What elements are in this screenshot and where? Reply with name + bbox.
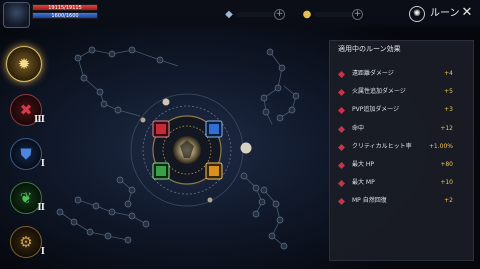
panel-title: 適用中のルーン効果	[338, 45, 401, 53]
effect-name: 命中	[352, 124, 365, 132]
mp-bar: 1600/1600	[32, 12, 98, 19]
effect-bullet-icon	[337, 125, 346, 133]
sun-rune-icon: ✹	[17, 55, 31, 73]
crystal-amount-track	[236, 12, 276, 17]
leaf-rune-icon: ❦	[19, 189, 33, 207]
crystal-add-button[interactable]: +	[274, 9, 285, 20]
effect-bullet-icon	[337, 143, 346, 151]
effect-bullet-icon	[337, 70, 346, 79]
effect-bullet-icon	[337, 180, 346, 188]
close-icon[interactable]: ✕	[460, 5, 474, 21]
coin-amount-track	[314, 12, 354, 17]
rune-level-badge: Ⅰ	[40, 159, 45, 169]
effect-value: +4	[444, 70, 453, 77]
character-portrait[interactable]	[3, 2, 30, 28]
rune-slot-shield[interactable]: ⛊ Ⅰ	[10, 138, 45, 170]
effect-row: 命中 +12	[336, 122, 469, 140]
effect-name: クリティカルヒット率	[352, 142, 412, 150]
effect-value: +80	[440, 160, 453, 168]
rune-slot-gear[interactable]: ⚙ Ⅰ	[10, 226, 45, 258]
sword-rune-icon: ✖	[19, 101, 33, 119]
effects-list: 遠距離ダメージ +4 火属性追加ダメージ +5 PVP追加ダメージ +3 命中 +12 クリティ…	[336, 67, 469, 213]
rune-level-badge: Ⅱ	[37, 203, 45, 213]
effect-name: 最大 MP	[352, 179, 375, 187]
shield-rune-icon: ⛊	[20, 145, 32, 163]
effect-value: +5	[444, 88, 453, 96]
effect-bullet-icon	[337, 89, 346, 97]
effect-row: クリティカルヒット率 +1.00%	[336, 140, 469, 158]
crystal-icon: ◆	[225, 9, 233, 20]
effect-value: +2	[444, 197, 453, 205]
rune-level-badge: Ⅲ	[34, 115, 45, 125]
hp-text: 19115/19115	[48, 5, 82, 11]
effect-value: +12	[440, 124, 453, 132]
top-bar: 19115/19115 1600/1600 ◆ + ● + ✺ ルーン ✕	[0, 0, 480, 30]
effect-name: MP 自然回復	[352, 197, 387, 205]
effect-name: 火属性追加ダメージ	[352, 88, 406, 96]
page-title: ルーン	[430, 8, 460, 19]
rune-slot-leaf[interactable]: ❦ Ⅱ	[10, 182, 45, 214]
hp-bar: 19115/19115	[32, 4, 98, 11]
effect-bullet-icon	[337, 161, 346, 169]
coin-add-button[interactable]: +	[352, 9, 363, 20]
effect-name: PVP追加ダメージ	[352, 106, 400, 114]
rune-slot-sword[interactable]: ✖ Ⅲ	[10, 94, 45, 126]
effect-value: +10	[440, 179, 453, 187]
effect-value: +1.00%	[428, 142, 453, 150]
effect-row: PVP追加ダメージ +3	[336, 103, 469, 121]
applied-rune-effects-panel: 適用中のルーン効果 遠距離ダメージ +4 火属性追加ダメージ +5 PVP追加ダメージ +…	[329, 40, 474, 261]
mp-text: 1600/1600	[51, 13, 79, 19]
coin-icon: ●	[302, 9, 312, 20]
rune-menu-icon: ✺	[409, 6, 425, 22]
gear-rune-icon: ⚙	[19, 233, 33, 251]
effect-value: +3	[444, 106, 453, 114]
effect-row: 火属性追加ダメージ +5	[336, 85, 469, 103]
rune-slot-sun[interactable]: ✹	[6, 46, 42, 82]
effect-name: 遠距離ダメージ	[352, 70, 394, 77]
effect-name: 最大 HP	[352, 160, 375, 168]
effect-row: MP 自然回復 +2	[336, 194, 469, 212]
effect-row: 最大 HP +80	[336, 158, 469, 176]
effect-row: 遠距離ダメージ +4	[336, 67, 469, 85]
effect-bullet-icon	[337, 107, 346, 115]
effect-bullet-icon	[337, 198, 346, 206]
rune-level-badge: Ⅰ	[40, 247, 45, 257]
effect-row: 最大 MP +10	[336, 176, 469, 194]
